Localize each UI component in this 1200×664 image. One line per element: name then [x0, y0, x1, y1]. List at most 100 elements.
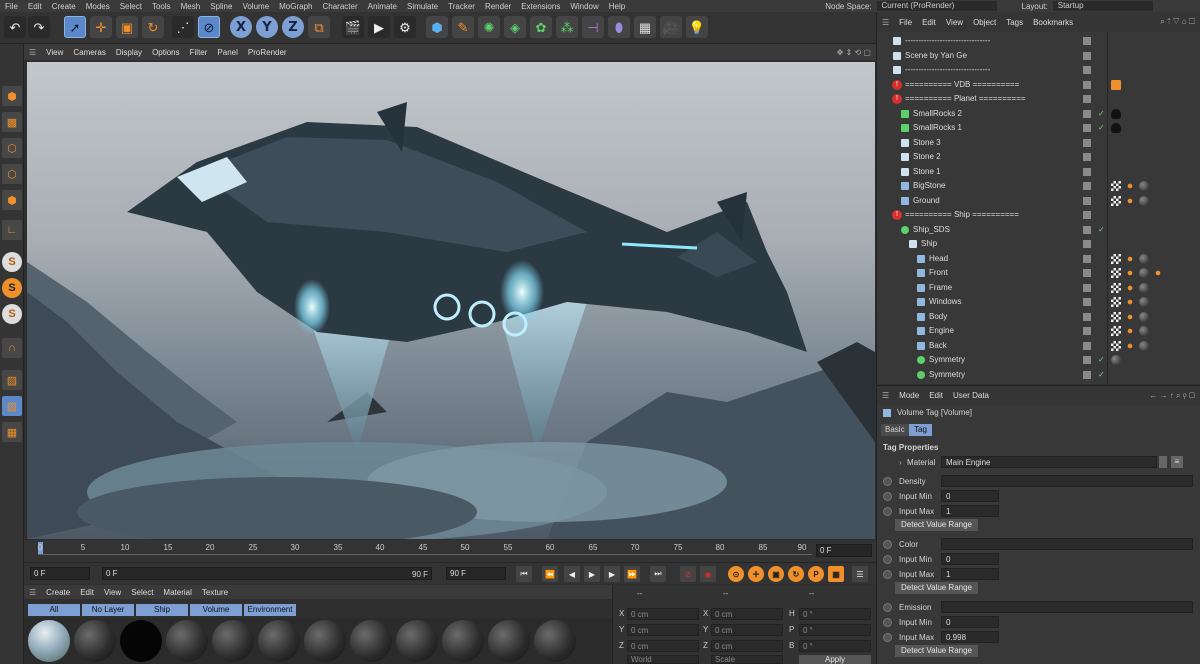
snap-mode-icon[interactable]: S: [2, 304, 22, 324]
visibility-toggle-icon[interactable]: [1083, 312, 1091, 321]
material-menu-edit[interactable]: Edit: [75, 588, 99, 597]
tag-icon[interactable]: [1125, 311, 1135, 322]
next-key-icon[interactable]: ⏩: [624, 566, 640, 582]
position-x-field[interactable]: 0 cm: [627, 608, 699, 620]
viewport-menu-display[interactable]: Display: [111, 48, 147, 57]
input-max-radio[interactable]: [883, 507, 892, 516]
floor-icon[interactable]: ▦: [634, 16, 656, 38]
play-icon[interactable]: ▶: [584, 566, 600, 582]
redo-icon[interactable]: ↷: [28, 16, 50, 38]
menu-edit[interactable]: Edit: [23, 2, 47, 11]
go-to-end-icon[interactable]: ⏭: [650, 566, 666, 582]
enabled-check-icon[interactable]: ✓: [1098, 353, 1105, 368]
viewport-menu-options[interactable]: Options: [147, 48, 185, 57]
locked-workplane-icon[interactable]: ▨: [2, 396, 22, 416]
density-input-min-field[interactable]: 0: [941, 490, 999, 502]
snap-icon[interactable]: S: [2, 252, 22, 272]
material-menu-material[interactable]: Material: [158, 588, 196, 597]
move-tool-icon[interactable]: ✛: [90, 16, 112, 38]
color-channel-dropdown[interactable]: [941, 538, 1193, 550]
autokey-icon[interactable]: ◉: [700, 566, 716, 582]
deformer-icon[interactable]: ⊣: [582, 16, 604, 38]
material-link-field[interactable]: Main Engine: [941, 456, 1157, 468]
object-row[interactable]: --------------------------------: [877, 34, 1200, 49]
menu-create[interactable]: Create: [47, 2, 81, 11]
magnet-icon[interactable]: ∩: [2, 338, 22, 358]
visibility-toggle-icon[interactable]: [1083, 124, 1091, 132]
material-swatch[interactable]: [534, 620, 576, 662]
visibility-toggle-icon[interactable]: [1083, 80, 1091, 89]
rotation-b-field[interactable]: 0 °: [799, 640, 871, 652]
color-input-max-field[interactable]: 1: [941, 568, 999, 580]
input-min-radio[interactable]: [883, 618, 892, 627]
3d-viewport[interactable]: [27, 62, 875, 539]
material-menu-select[interactable]: Select: [126, 588, 158, 597]
rotation-h-field[interactable]: 0 °: [799, 608, 871, 620]
rotate-tool-icon[interactable]: ↻: [142, 16, 164, 38]
texture-tag-icon[interactable]: [1111, 340, 1121, 351]
object-row[interactable]: BigStone: [877, 179, 1200, 194]
attribute-navigation-icons[interactable]: ← → ↑ ⌕ ⚲ ▢: [1144, 391, 1200, 401]
key-position-icon[interactable]: ✛: [748, 566, 764, 582]
visibility-toggle-icon[interactable]: [1083, 95, 1091, 103]
cube-icon[interactable]: ⬢: [426, 16, 448, 38]
input-min-radio[interactable]: [883, 492, 892, 501]
density-detect-range-button[interactable]: Detect Value Range: [895, 519, 979, 531]
object-row[interactable]: Head: [877, 252, 1200, 267]
object-row[interactable]: Ship: [877, 237, 1200, 252]
render-region-icon[interactable]: 🎬: [342, 16, 364, 38]
material-tag-icon[interactable]: [1139, 340, 1149, 351]
position-y-field[interactable]: 0 cm: [627, 624, 699, 636]
material-menu-handle-icon[interactable]: ☰: [24, 588, 41, 597]
object-row[interactable]: Frame: [877, 281, 1200, 296]
menu-file[interactable]: File: [0, 2, 23, 11]
camera-icon[interactable]: 🎥: [660, 16, 682, 38]
material-tag-icon[interactable]: [1139, 297, 1149, 307]
material-tag-icon[interactable]: [1139, 181, 1149, 191]
visibility-toggle-icon[interactable]: [1083, 51, 1091, 60]
light-icon[interactable]: 💡: [686, 16, 708, 38]
object-menu-bookmarks[interactable]: Bookmarks: [1028, 18, 1078, 27]
material-swatch[interactable]: [212, 620, 254, 662]
subdivision-icon[interactable]: ✺: [478, 16, 500, 38]
material-link-list-icon[interactable]: ≡: [1171, 456, 1183, 468]
menu-modes[interactable]: Modes: [81, 2, 115, 11]
size-z-field[interactable]: 0 cm: [711, 640, 783, 652]
size-y-field[interactable]: 0 cm: [711, 624, 783, 636]
render-view-icon[interactable]: ▶: [368, 16, 390, 38]
input-min-radio[interactable]: [883, 555, 892, 564]
object-menu-edit[interactable]: Edit: [917, 18, 941, 27]
enabled-check-icon[interactable]: ✓: [1098, 223, 1105, 238]
tag-icon[interactable]: [1153, 268, 1163, 278]
tag-icon[interactable]: [1125, 195, 1135, 206]
object-row[interactable]: SmallRocks 2 ✓: [877, 107, 1200, 122]
visibility-toggle-icon[interactable]: [1083, 327, 1091, 335]
extrude-icon[interactable]: ◈: [504, 16, 526, 38]
visibility-toggle-icon[interactable]: [1083, 269, 1091, 277]
node-space-dropdown[interactable]: Current (ProRender): [876, 1, 997, 11]
visibility-toggle-icon[interactable]: [1083, 283, 1091, 292]
material-tag-icon[interactable]: [1139, 195, 1149, 206]
object-row[interactable]: ! ========== Planet ==========: [877, 92, 1200, 107]
object-row[interactable]: Back: [877, 339, 1200, 354]
viewport-menu-prorender[interactable]: ProRender: [243, 48, 292, 57]
world-coordinates-icon[interactable]: ⧉: [308, 16, 330, 38]
material-tab-ship[interactable]: Ship: [136, 604, 188, 616]
visibility-toggle-icon[interactable]: [1083, 225, 1091, 234]
tab-tag[interactable]: Tag: [909, 424, 932, 436]
tag-icon[interactable]: [1125, 297, 1135, 307]
model-mode-icon[interactable]: ⬢: [2, 86, 22, 106]
visibility-toggle-icon[interactable]: [1083, 37, 1091, 45]
viewport-menu-handle-icon[interactable]: ☰: [24, 48, 41, 57]
enabled-check-icon[interactable]: ✓: [1098, 368, 1105, 383]
object-row[interactable]: ! ========== Ship ==========: [877, 208, 1200, 223]
object-row[interactable]: ! ========== VDB ==========: [877, 78, 1200, 93]
scale-mode-dropdown[interactable]: Scale: [711, 655, 783, 664]
viewport-menu-filter[interactable]: Filter: [185, 48, 213, 57]
material-swatch[interactable]: [488, 620, 530, 662]
object-menu-view[interactable]: View: [941, 18, 968, 27]
texture-tag-icon[interactable]: [1111, 195, 1121, 206]
menu-extensions[interactable]: Extensions: [516, 2, 565, 11]
material-tag-icon[interactable]: [1139, 326, 1149, 336]
texture-tag-icon[interactable]: [1111, 268, 1121, 278]
